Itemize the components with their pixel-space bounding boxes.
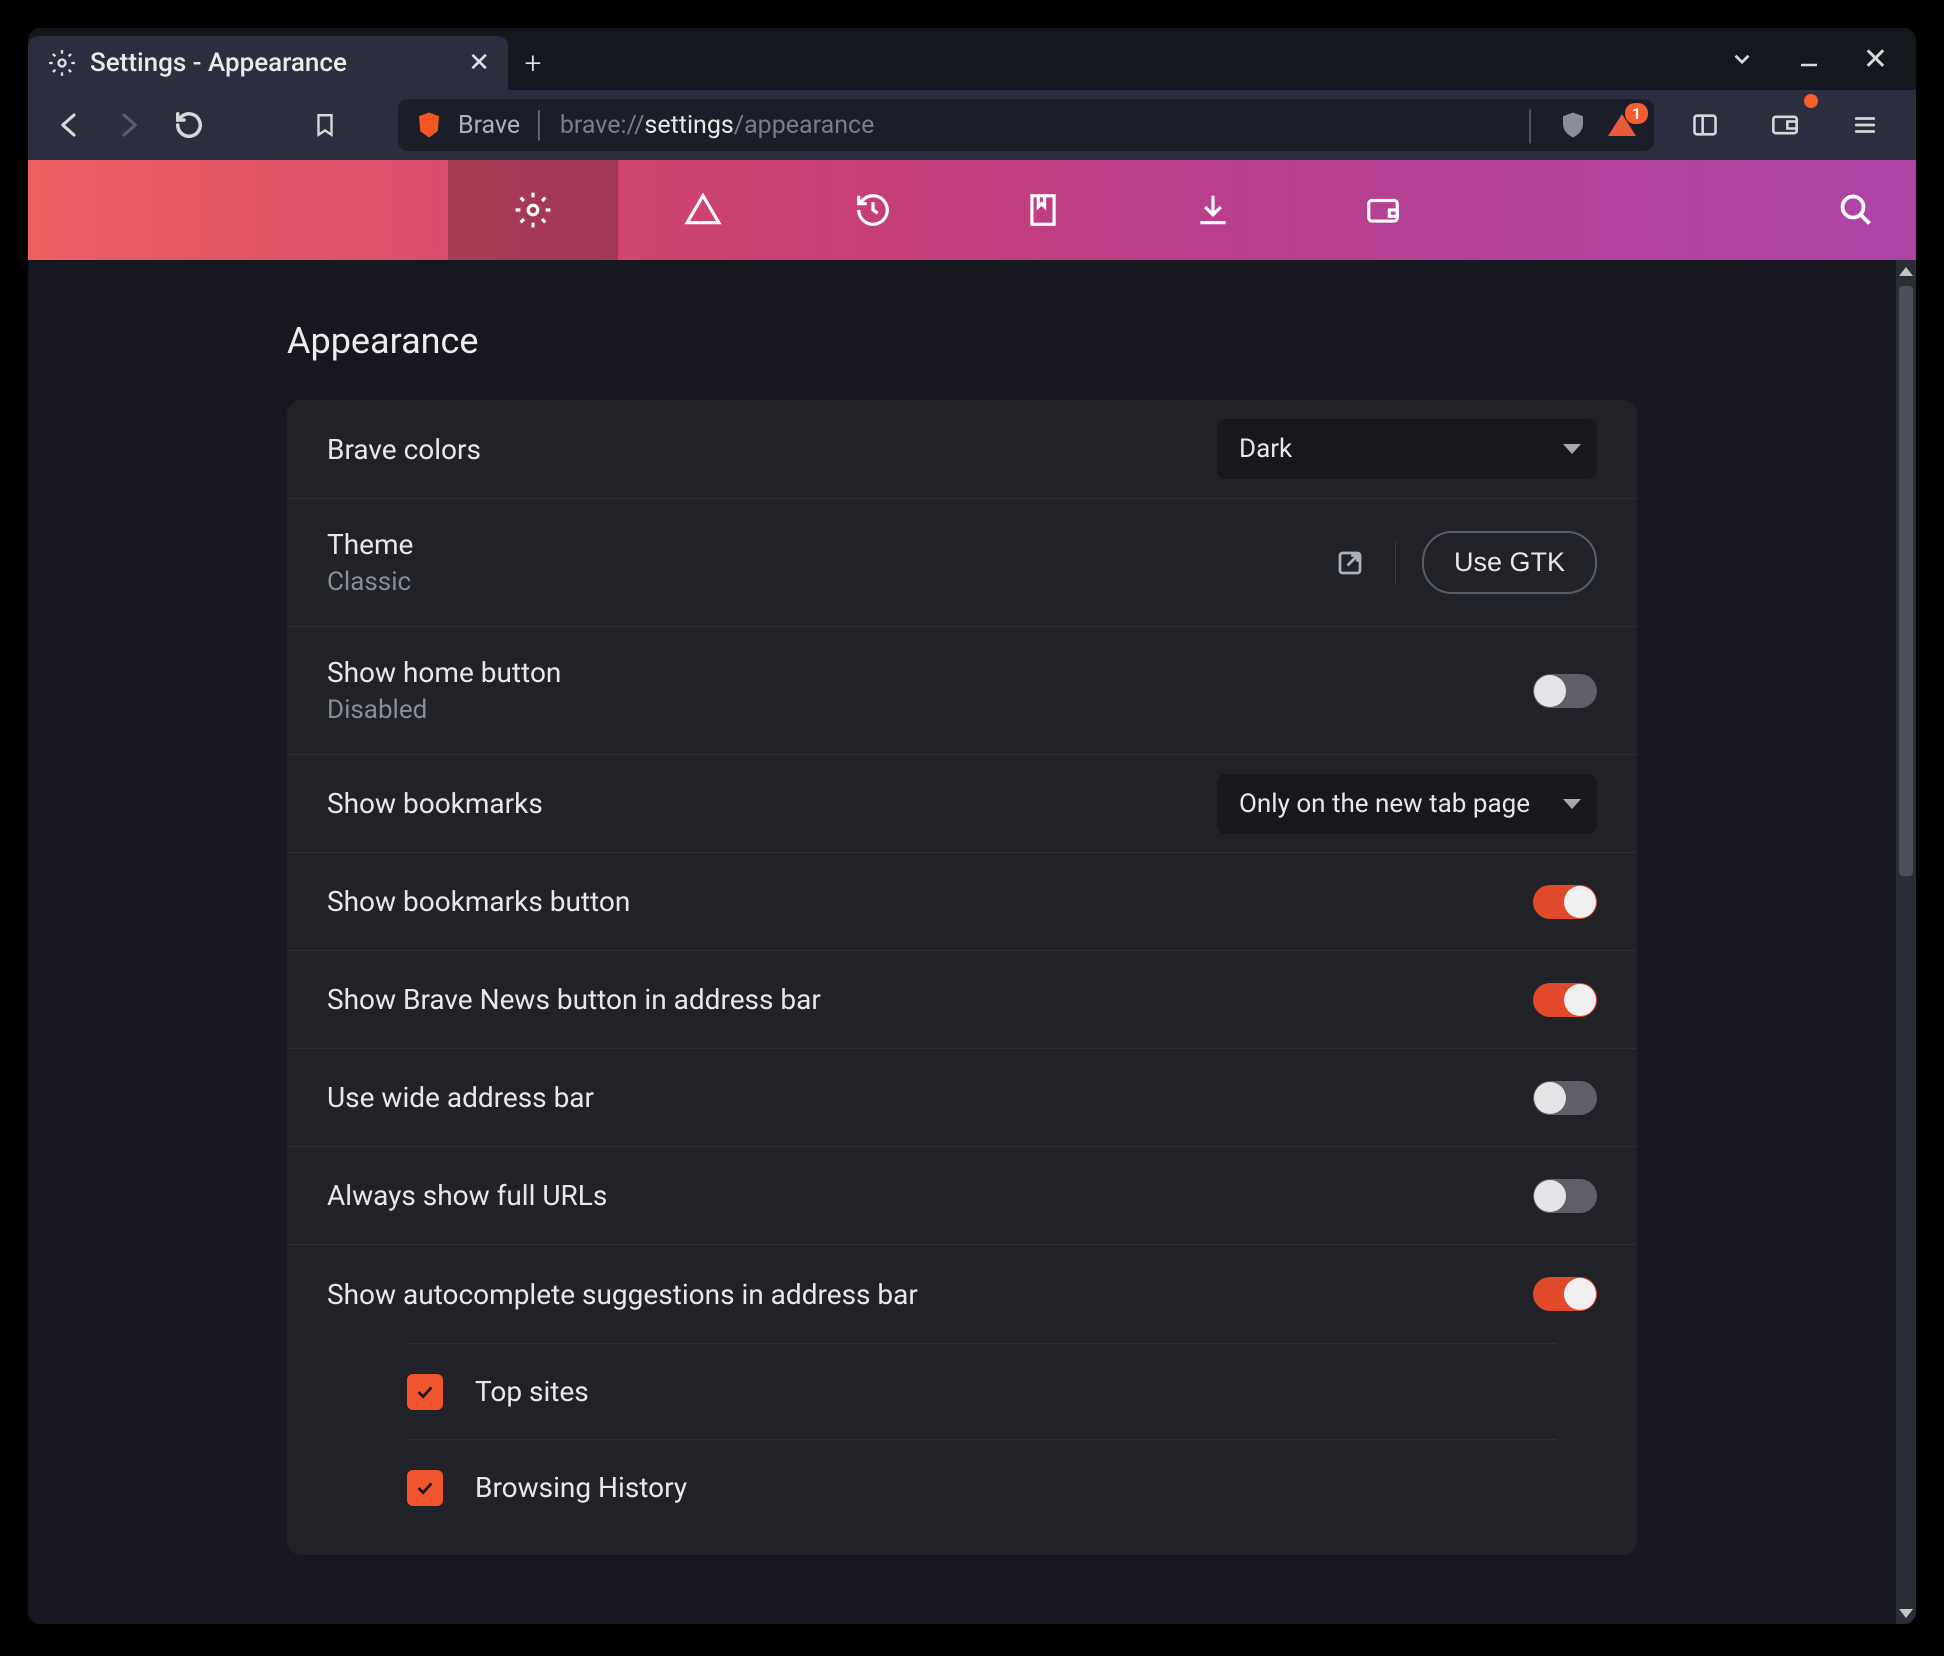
tab-close-icon[interactable]: ✕	[468, 48, 490, 78]
full-urls-toggle[interactable]	[1533, 1179, 1597, 1213]
row-label: Show autocomplete suggestions in address…	[327, 1278, 918, 1311]
use-gtk-button[interactable]: Use GTK	[1422, 531, 1597, 594]
nav-bookmarks[interactable]	[958, 160, 1128, 260]
row-sublabel: Classic	[327, 567, 413, 597]
nav-search-button[interactable]	[1796, 160, 1916, 260]
wallet-icon[interactable]	[1758, 98, 1812, 152]
nav-downloads[interactable]	[1128, 160, 1298, 260]
app-menu-icon[interactable]	[1838, 98, 1892, 152]
address-path-suffix: /appearance	[734, 111, 875, 140]
settings-navbar	[28, 160, 1916, 260]
home-button-toggle[interactable]	[1533, 674, 1597, 708]
row-label: Show Brave News button in address bar	[327, 983, 821, 1016]
bookmarks-button-toggle[interactable]	[1533, 885, 1597, 919]
titlebar: Settings - Appearance ✕ + ✕	[28, 28, 1916, 90]
row-news-button: Show Brave News button in address bar	[287, 950, 1637, 1048]
rewards-badge-count: 1	[1625, 103, 1648, 124]
row-theme: Theme Classic Use GTK	[287, 498, 1637, 626]
row-bookmarks-button: Show bookmarks button	[287, 852, 1637, 950]
autocomplete-toggle[interactable]	[1533, 1277, 1597, 1311]
sidebar-toggle-icon[interactable]	[1678, 98, 1732, 152]
brave-lion-icon	[414, 110, 444, 140]
suggestion-history: Browsing History	[407, 1439, 1557, 1535]
history-label: Browsing History	[475, 1471, 687, 1504]
autocomplete-sublist: Top sites Browsing History	[327, 1343, 1597, 1555]
news-button-toggle[interactable]	[1533, 983, 1597, 1017]
row-sublabel: Disabled	[327, 695, 561, 725]
show-bookmarks-select[interactable]: Only on the new tab page	[1217, 774, 1597, 834]
row-label: Use wide address bar	[327, 1081, 594, 1114]
scrollbar-thumb[interactable]	[1899, 286, 1913, 876]
nav-settings[interactable]	[448, 160, 618, 260]
wide-address-toggle[interactable]	[1533, 1081, 1597, 1115]
new-tab-button[interactable]: +	[508, 36, 558, 90]
address-path-mid: settings	[644, 111, 733, 140]
bookmark-button[interactable]	[298, 98, 352, 152]
row-home-button: Show home button Disabled	[287, 626, 1637, 754]
browser-toolbar: Brave │ brave://settings/appearance │ 1	[28, 90, 1916, 160]
scroll-up-icon[interactable]	[1896, 260, 1916, 282]
window-close-icon[interactable]: ✕	[1863, 42, 1888, 77]
row-wide-address-bar: Use wide address bar	[287, 1048, 1637, 1146]
scrollbar[interactable]	[1896, 260, 1916, 1624]
address-bar[interactable]: Brave │ brave://settings/appearance │ 1	[398, 99, 1654, 151]
row-label: Always show full URLs	[327, 1179, 607, 1212]
row-label: Show bookmarks button	[327, 885, 630, 918]
window-controls: ✕	[1729, 28, 1916, 90]
settings-content: Appearance Brave colors Dark Theme Class…	[28, 260, 1896, 1624]
brave-colors-select[interactable]: Dark	[1217, 419, 1597, 479]
nav-back-button[interactable]	[42, 98, 96, 152]
page-title: Appearance	[287, 320, 1637, 362]
row-brave-colors: Brave colors Dark	[287, 400, 1637, 498]
window-minimize-icon[interactable]	[1797, 47, 1821, 71]
address-origin-label: Brave	[458, 111, 520, 140]
rewards-icon[interactable]: 1	[1606, 111, 1638, 139]
row-label: Brave colors	[327, 433, 481, 466]
top-sites-checkbox[interactable]	[407, 1374, 443, 1410]
chevron-down-icon[interactable]	[1729, 46, 1755, 72]
shields-icon[interactable]	[1558, 108, 1588, 142]
row-full-urls: Always show full URLs	[287, 1146, 1637, 1244]
gear-icon	[48, 49, 76, 77]
appearance-panel: Brave colors Dark Theme Classic	[287, 400, 1637, 1555]
scroll-down-icon[interactable]	[1896, 1602, 1916, 1624]
row-label: Theme	[327, 528, 413, 561]
suggestion-top-sites: Top sites	[407, 1343, 1557, 1439]
address-path-prefix: brave://	[560, 111, 645, 140]
top-sites-label: Top sites	[475, 1375, 589, 1408]
row-show-bookmarks: Show bookmarks Only on the new tab page	[287, 754, 1637, 852]
browser-tab[interactable]: Settings - Appearance ✕	[28, 36, 508, 90]
tab-title: Settings - Appearance	[90, 48, 347, 78]
nav-rewards[interactable]	[618, 160, 788, 260]
row-label: Show bookmarks	[327, 787, 543, 820]
nav-forward-button[interactable]	[102, 98, 156, 152]
open-external-icon[interactable]	[1331, 544, 1369, 582]
row-autocomplete: Show autocomplete suggestions in address…	[287, 1244, 1637, 1555]
reload-button[interactable]	[162, 98, 216, 152]
caret-down-icon	[1563, 799, 1581, 809]
caret-down-icon	[1563, 444, 1581, 454]
row-label: Show home button	[327, 656, 561, 689]
nav-history[interactable]	[788, 160, 958, 260]
nav-wallet[interactable]	[1298, 160, 1468, 260]
history-checkbox[interactable]	[407, 1470, 443, 1506]
